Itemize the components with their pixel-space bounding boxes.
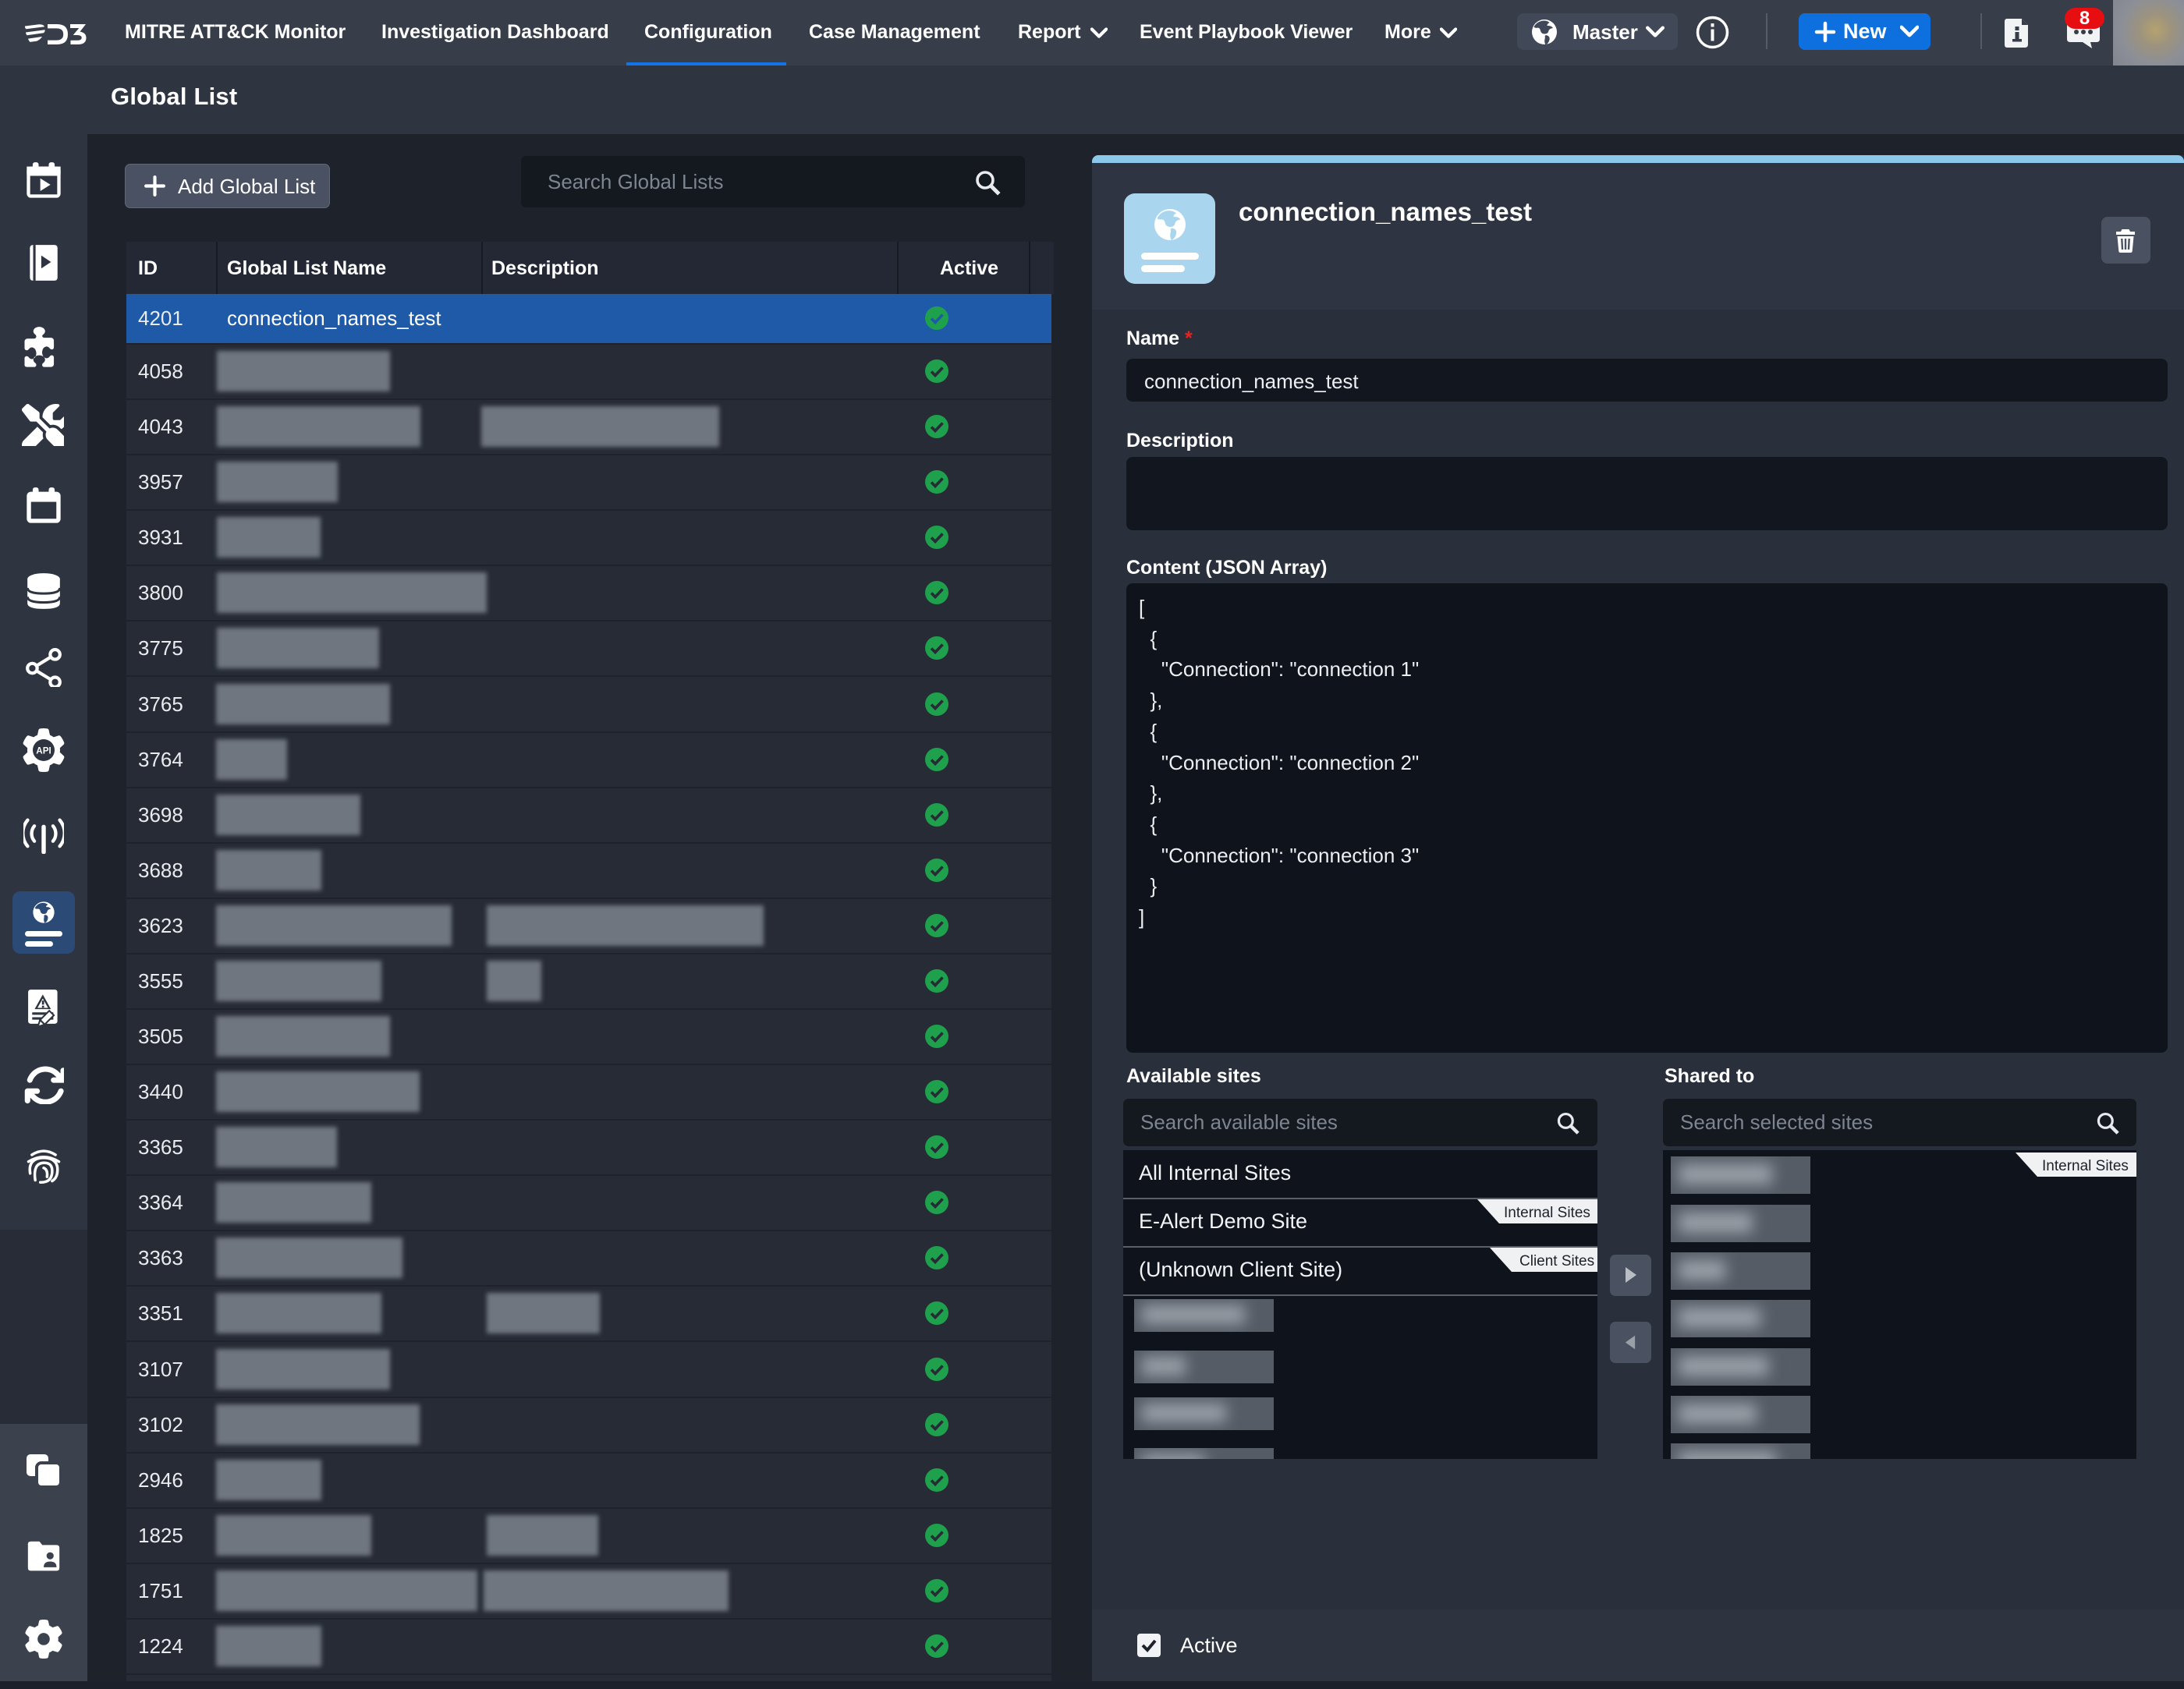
svg-text:API: API — [36, 746, 51, 756]
